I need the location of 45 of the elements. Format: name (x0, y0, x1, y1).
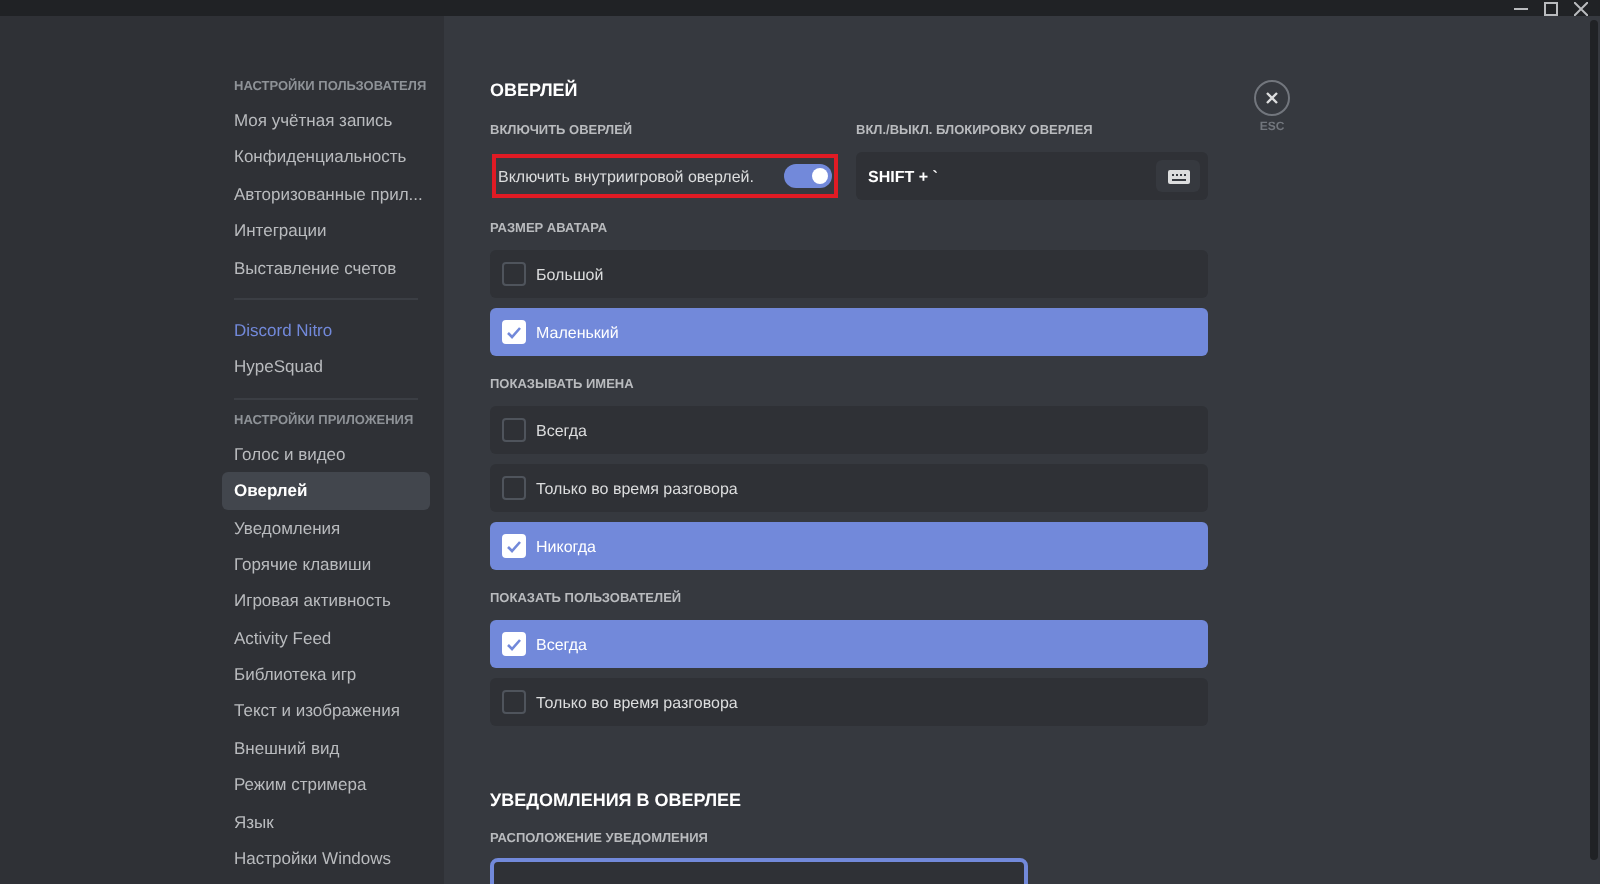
sidebar-item[interactable]: Библиотека игр (222, 656, 430, 693)
option-label: Никогда (536, 537, 596, 555)
sidebar-item[interactable]: Горячие клавиши (222, 545, 430, 583)
sidebar-item[interactable]: Конфиденциальность (222, 138, 430, 176)
sidebar-item[interactable]: Настройки Windows (222, 840, 430, 877)
sidebar-item[interactable]: Оверлей (222, 472, 430, 510)
sidebar-item[interactable]: HypeSquad (222, 348, 430, 386)
maximize-icon[interactable] (1544, 1, 1558, 15)
keyboard-button[interactable] (1156, 160, 1200, 192)
section-title: УВЕДОМЛЕНИЯ В ОВЕРЛЕЕ (490, 788, 744, 812)
sidebar-item[interactable]: Discord Nitro (222, 311, 430, 349)
option-row[interactable]: Всегда (490, 406, 1208, 454)
option-label: Всегда (536, 635, 587, 653)
option-row[interactable]: Только во время разговора (490, 678, 1208, 726)
sidebar-item[interactable]: Режим стримера (222, 766, 430, 804)
sidebar-item[interactable]: Уведомления (222, 509, 430, 546)
checkbox[interactable] (502, 418, 526, 442)
close-button[interactable] (1254, 80, 1290, 116)
sidebar-item[interactable]: Выставление счетов (222, 249, 430, 286)
close-icon[interactable] (1574, 1, 1588, 15)
option-row[interactable]: Большой (490, 250, 1208, 298)
sidebar-item[interactable]: Интеграции (222, 212, 430, 250)
sidebar-item[interactable]: Внешний вид (222, 729, 430, 767)
option-label: Всегда (536, 421, 587, 439)
option-label: Маленький (536, 323, 619, 341)
option-label: Только во время разговора (536, 693, 738, 711)
option-row[interactable]: Только во время разговора (490, 464, 1208, 512)
sidebar-item[interactable]: Activity Feed (222, 619, 430, 657)
sidebar-item[interactable]: Текст и изображения (222, 692, 430, 730)
toggle-label: Включить внутриигровой оверлей. (498, 167, 754, 185)
sidebar-item[interactable]: Голос и видео (222, 435, 430, 473)
checkbox[interactable] (502, 690, 526, 714)
sidebar-item[interactable]: Моя учётная запись (222, 102, 430, 139)
sidebar-item[interactable]: Язык (222, 803, 430, 841)
close-icon (1266, 92, 1278, 104)
overlay-switch[interactable] (784, 164, 832, 188)
keyboard-icon (1167, 169, 1189, 183)
sidebar-item[interactable]: Авторизованные прил... (222, 175, 430, 213)
sidebar-item[interactable]: Игровая активность (222, 582, 430, 620)
keybind-field[interactable]: SHIFT + ` (856, 152, 1208, 200)
page-title: ОВЕРЛЕЙ (490, 78, 580, 102)
option-label: Только во время разговора (536, 479, 738, 497)
checkbox[interactable] (502, 262, 526, 286)
checkbox[interactable] (502, 476, 526, 500)
option-label: Большой (536, 265, 604, 283)
